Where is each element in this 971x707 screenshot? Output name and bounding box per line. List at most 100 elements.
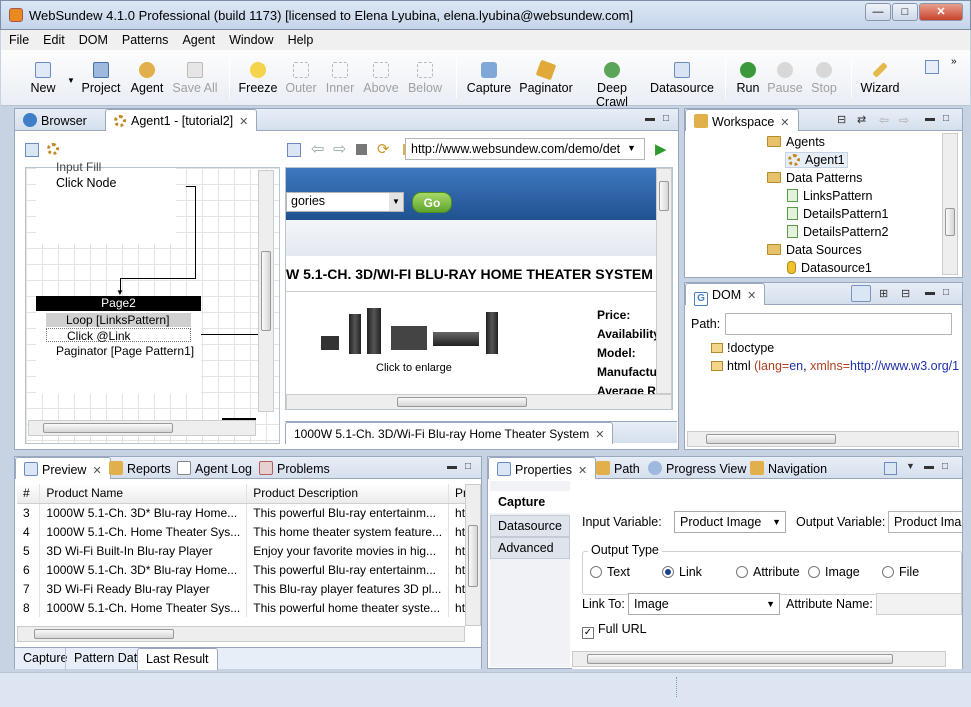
collapse-icon[interactable]: ⊟ [901,287,910,300]
close-icon[interactable]: ✕ [578,465,587,477]
settings-icon[interactable] [47,142,64,156]
tree-item-data-sources[interactable]: Data Sources [767,243,862,257]
tab-agent-log[interactable]: Agent Log [169,457,260,479]
run-button[interactable]: Run [733,58,763,95]
radio-attribute[interactable]: Attribute [736,565,800,579]
menu-file[interactable]: File [1,30,35,47]
radio-image[interactable]: Image [808,565,860,579]
menu-help[interactable]: Help [280,30,320,47]
tab-progress-view[interactable]: Progress View [640,457,754,479]
stop-load-icon[interactable] [356,144,367,155]
tab-problems[interactable]: Problems [251,457,338,479]
new-property-icon[interactable] [884,462,897,475]
flow-step-click-node[interactable]: Click Node [56,176,116,190]
maximize-icon[interactable]: □ [943,287,949,298]
menu-dom[interactable]: DOM [71,30,114,47]
new-button[interactable]: New ▼ [21,58,75,95]
project-button[interactable]: Project [79,58,123,95]
flow-step-input[interactable]: Input Fill [56,160,101,174]
tab-properties[interactable]: Properties ✕ [488,457,597,479]
web-hscrollbar[interactable] [286,394,672,409]
tab-navigation[interactable]: Navigation [742,457,835,479]
link-editor-icon[interactable]: ⇄ [857,113,866,126]
tree-item-agent1[interactable]: Agent1 [785,152,848,168]
tree-item-agents[interactable]: Agents [767,135,825,149]
menu-window[interactable]: Window [221,30,279,47]
freeze-button[interactable]: Freeze [237,58,279,95]
dom-node-html[interactable]: html (lang=en, xmlns=http://www.w3.org/1 [711,359,961,373]
above-button[interactable]: Above [361,58,401,95]
tree-item-data-patterns[interactable]: Data Patterns [767,171,862,185]
flow-step-paginator[interactable]: Paginator [Page Pattern1] [56,344,194,358]
view-menu-icon[interactable]: ▼ [906,461,915,471]
path-input[interactable] [725,313,952,335]
minimize-icon[interactable]: ▬ [924,461,934,472]
back-icon[interactable]: ⇦ [311,139,324,159]
minimize-icon[interactable]: ▬ [925,287,935,298]
properties-hscrollbar[interactable] [572,651,946,667]
url-dropdown-icon[interactable]: ▼ [627,143,636,153]
tree-item-detailspattern2[interactable]: DetailsPattern2 [787,225,888,239]
close-icon[interactable]: ✕ [595,429,604,441]
add-step-icon[interactable] [25,143,39,157]
toolbar-overflow-icon[interactable]: » [951,56,957,67]
tree-item-datasource1[interactable]: Datasource1 [787,261,872,275]
tab-workspace[interactable]: Workspace ✕ [685,109,799,131]
side-tab-advanced[interactable]: Advanced [490,537,570,559]
deep-crawl-button[interactable]: Deep Crawl [580,58,644,109]
radio-text[interactable]: Text [590,565,630,579]
menu-edit[interactable]: Edit [35,30,71,47]
column-header[interactable]: Product Description [246,484,450,504]
tab-path[interactable]: Path [588,457,648,479]
column-header[interactable]: Pr [448,484,465,504]
preview-vscrollbar[interactable] [465,484,481,626]
flow-node-page1[interactable]: Input Fill Click Node [36,160,176,244]
forward-icon[interactable]: ⇨ [333,139,346,159]
category-select[interactable]: gories ▼ [286,192,404,212]
maximize-icon[interactable]: □ [942,461,948,472]
close-icon[interactable]: ✕ [780,117,789,129]
table-row[interactable]: 4 1000W 5.1-Ch. Home Theater Sys... This h… [17,522,465,541]
diagram-vscrollbar[interactable] [258,170,274,412]
side-tab-capture[interactable]: Capture [490,491,572,513]
close-icon[interactable]: ✕ [747,290,756,302]
input-variable-select[interactable]: Product Image ▼ [674,511,786,533]
collapse-all-icon[interactable]: ⊟ [837,113,846,126]
radio-file[interactable]: File [882,565,919,579]
dom-node-doctype[interactable]: !doctype [711,341,774,355]
flow-step-click-link[interactable]: Click @Link [46,328,191,343]
refresh-icon[interactable]: ⟳ [377,140,390,158]
tab-dom[interactable]: G DOM ✕ [685,283,766,306]
forward-icon[interactable]: ⇨ [899,113,909,127]
url-input[interactable]: http://www.websundew.com/demo/det [405,138,645,160]
minimize-icon[interactable]: ▬ [447,461,457,472]
dom-hscrollbar[interactable] [687,431,959,447]
agent-button[interactable]: Agent [126,58,168,95]
link-to-select[interactable]: Image ▼ [628,593,780,615]
table-row[interactable]: 6 1000W 5.1-Ch. 3D* Blu-ray Home... This p… [17,560,465,579]
tab-web-page[interactable]: 1000W 5.1-Ch. 3D/Wi-Fi Blu-ray Home Thea… [285,422,614,444]
inner-button[interactable]: Inner [322,58,358,95]
close-button[interactable]: ✕ [919,3,963,21]
column-header[interactable]: Product Name [39,484,248,504]
go-button[interactable]: Go [412,192,452,213]
tab-preview[interactable]: Preview ✕ [15,457,111,479]
maximize-icon[interactable]: □ [663,113,669,124]
workspace-vscrollbar[interactable] [942,133,958,275]
product-image[interactable] [321,308,501,356]
expand-icon[interactable]: ⊞ [879,287,888,300]
click-to-enlarge-link[interactable]: Click to enlarge [376,362,452,374]
table-row[interactable]: 5 3D Wi-Fi Built-In Blu-ray Player Enjoy y… [17,541,465,560]
tree-item-detailspattern1[interactable]: DetailsPattern1 [787,207,888,221]
wizard-button[interactable]: Wizard [858,58,902,95]
flow-step-loop[interactable]: Loop [LinksPattern] [46,313,191,327]
back-icon[interactable]: ⇦ [879,113,889,127]
highlight-toggle-icon[interactable] [851,285,871,302]
outer-button[interactable]: Outer [283,58,319,95]
datasource-button[interactable]: Datasource [650,58,714,95]
output-variable-input[interactable]: Product Ima [888,511,962,533]
attribute-name-input[interactable] [876,593,962,615]
save-all-button[interactable]: Save All [171,58,219,95]
open-perspective-icon[interactable] [925,60,939,74]
paginator-button[interactable]: Paginator [518,58,574,95]
